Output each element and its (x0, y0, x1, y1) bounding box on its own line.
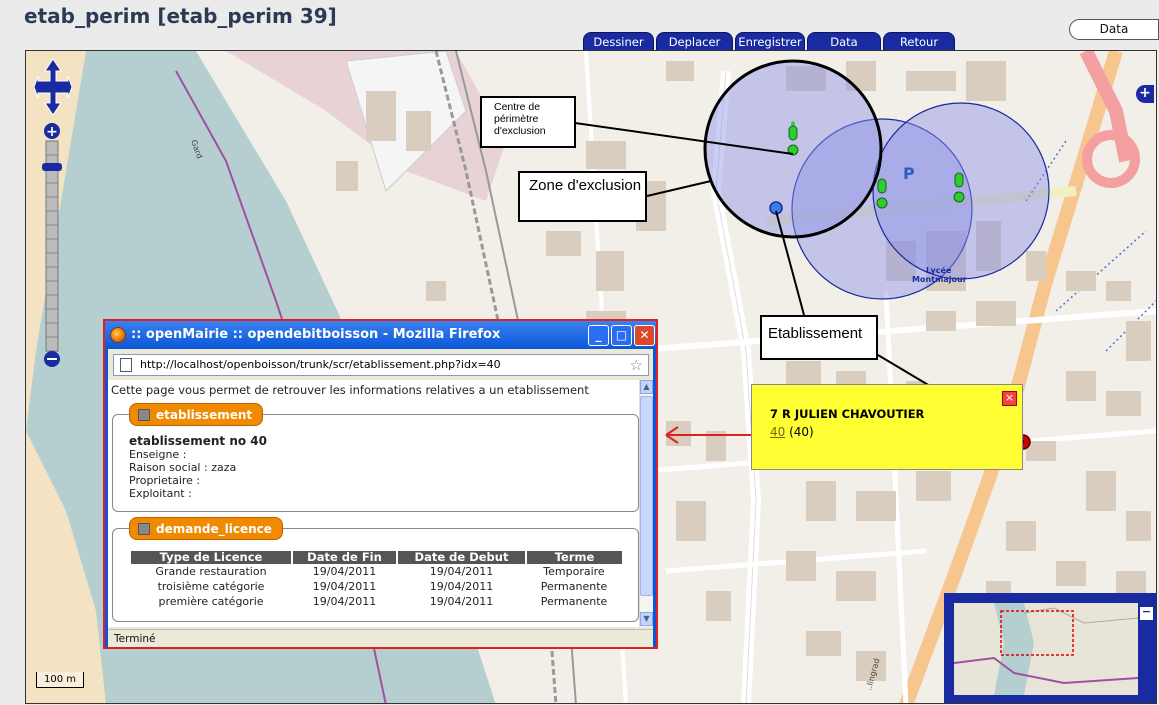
zoom-slider[interactable]: + (42, 123, 62, 369)
maximize-button[interactable]: □ (611, 325, 632, 346)
annotation-zone: Zone d'exclusion (518, 171, 647, 222)
svg-text:P: P (903, 164, 915, 183)
lycee-label: Lycée (926, 265, 952, 275)
popup-link[interactable]: 40 (770, 425, 785, 439)
col-date-debut: Date de Debut (396, 551, 526, 564)
scroll-thumb[interactable] (640, 396, 653, 596)
collapse-toggle-icon[interactable] (138, 523, 150, 535)
layer-switcher-toggle[interactable]: + (1136, 85, 1154, 103)
fieldset-etablissement: etablissement etablissement no 40 Enseig… (112, 403, 639, 512)
page: etab_perim [etab_perim 39] Data Dessiner… (0, 0, 1159, 705)
scroll-up-icon[interactable]: ▲ (640, 380, 653, 394)
annotation-centre: Centre de périmètre d'exclusion (480, 96, 576, 148)
data-button[interactable]: Data (1069, 19, 1159, 40)
scale-bar: 100 m (36, 672, 84, 688)
field-exploitant: Exploitant : (129, 487, 192, 500)
firefox-logo-icon (110, 327, 126, 343)
licence-table: Type de Licence Date de Fin Date de Debu… (129, 551, 622, 609)
page-icon (120, 358, 132, 372)
firefox-window: :: openMairie :: opendebitboisson - Mozi… (103, 319, 658, 649)
field-proprietaire: Proprietaire : (129, 474, 201, 487)
popup-address: 7 R JULIEN CHAVOUTIER (770, 407, 925, 421)
window-body: http://localhost/openboisson/trunk/scr/e… (108, 349, 653, 647)
popup-close-icon[interactable]: × (1002, 391, 1017, 406)
popup-ref: 40 (40) (770, 425, 814, 439)
legend-demande-licence[interactable]: demande_licence (129, 517, 283, 540)
col-date-fin: Date de Fin (291, 551, 397, 564)
etablissement-heading: etablissement no 40 (129, 434, 267, 448)
svg-text:+: + (46, 124, 58, 140)
tab-data[interactable]: Data (807, 32, 881, 51)
col-type: Type de Licence (129, 551, 292, 564)
table-row: troisième catégorie 19/04/2011 19/04/2011 P… (157, 580, 608, 593)
feature-popup: 7 R JULIEN CHAVOUTIER 40 (40) × (751, 384, 1023, 470)
close-button[interactable]: ✕ (634, 325, 655, 346)
page-title: etab_perim [etab_perim 39] (24, 4, 337, 28)
url-bar[interactable]: http://localhost/openboisson/trunk/scr/e… (113, 354, 649, 376)
collapse-toggle-icon[interactable] (138, 409, 150, 421)
scrollbar[interactable]: ▲ ▼ (639, 380, 653, 627)
page-content: Cette page vous permet de retrouver les … (108, 380, 653, 627)
field-enseigne: Enseigne : (129, 448, 187, 461)
svg-text:Montmajour: Montmajour (912, 275, 967, 284)
scroll-down-icon[interactable]: ▼ (640, 612, 653, 626)
minimize-button[interactable]: _ (588, 325, 609, 346)
field-raison-social: Raison social : zaza (129, 461, 237, 474)
table-row: première catégorie 19/04/2011 19/04/2011 Pe… (158, 595, 608, 608)
etablissement-details: etablissement no 40 Enseigne : Raison so… (129, 434, 267, 501)
overview-map-inner (954, 603, 1138, 695)
overview-map[interactable]: − (944, 593, 1156, 703)
pan-control-icon[interactable] (34, 59, 72, 115)
annotation-etablissement: Etablissement (760, 315, 878, 360)
popup-id: (40) (789, 425, 814, 439)
col-terme: Terme (525, 551, 622, 564)
tab-retour[interactable]: Retour (883, 32, 955, 51)
url-text: http://localhost/openboisson/trunk/scr/e… (140, 358, 501, 371)
intro-text: Cette page vous permet de retrouver les … (111, 383, 589, 397)
tab-deplacer[interactable]: Deplacer (656, 32, 733, 51)
tab-dessiner[interactable]: Dessiner (583, 32, 654, 51)
overview-toggle-icon[interactable]: − (1140, 606, 1153, 620)
status-bar: Terminé (108, 629, 653, 647)
fieldset-licence: demande_licence Type de Licence Date de … (112, 517, 639, 622)
toolbar-tabs: Dessiner Deplacer Enregistrer Data Retou… (583, 32, 955, 51)
legend-etablissement[interactable]: etablissement (129, 403, 264, 426)
bookmark-star-icon[interactable]: ☆ (630, 355, 643, 375)
tab-enregistrer[interactable]: Enregistrer (735, 32, 805, 51)
window-title: :: openMairie :: opendebitboisson - Mozi… (105, 321, 656, 349)
table-row: Grande restauration 19/04/2011 19/04/2011 T… (155, 565, 605, 578)
